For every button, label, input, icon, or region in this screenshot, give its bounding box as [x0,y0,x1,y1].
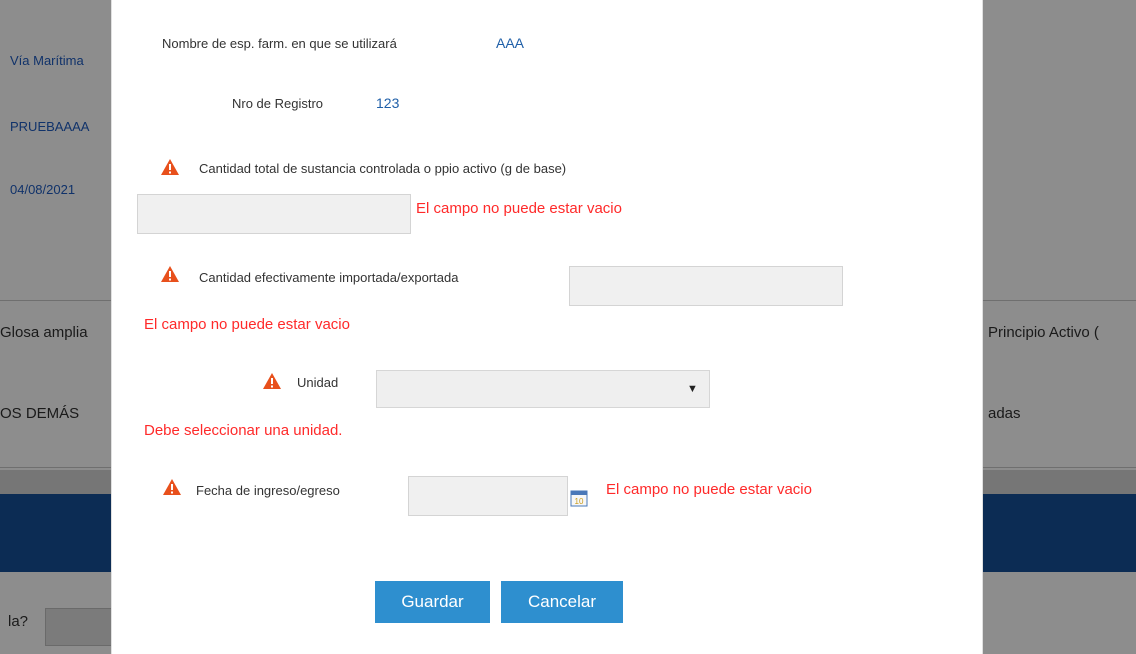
bg-cell-right: adas [988,405,1021,422]
cantidad-total-label: Cantidad total de sustancia controlada o… [199,161,567,176]
guardar-button[interactable]: Guardar [375,581,490,623]
registro-label: Nro de Registro [232,96,324,111]
unidad-error: Debe seleccionar una unidad. [144,422,343,439]
cantidad-total-input[interactable] [137,194,411,234]
fecha-label: Fecha de ingreso/egreso [196,483,340,498]
calendar-day: 10 [575,497,584,506]
cancelar-button[interactable]: Cancelar [501,581,623,623]
unidad-select[interactable]: ▼ [376,370,710,408]
modal-dialog: Nombre de esp. farm. en que se utilizará… [111,0,983,654]
warning-icon [263,373,281,389]
cantidad-efectiva-label: Cantidad efectivamente importada/exporta… [199,270,459,285]
cantidad-efectiva-input[interactable] [569,266,843,306]
cantidad-total-error: El campo no puede estar vacio [416,200,622,217]
bg-question-label: la? [8,613,29,630]
unidad-label: Unidad [297,375,339,390]
fecha-input[interactable] [408,476,568,516]
cantidad-efectiva-error: El campo no puede estar vacio [144,316,350,333]
bg-column-header-left: Glosa amplia [0,324,88,341]
bg-column-header-right: Principio Activo ( [988,324,1099,341]
chevron-down-icon[interactable]: ▼ [676,371,709,407]
registro-value: 123 [376,95,400,111]
nombre-value: AAA [496,35,525,51]
calendar-icon[interactable]: 10 [570,489,588,507]
bg-cell-left: OS DEMÁS [0,405,80,422]
warning-icon [161,159,179,175]
bg-name-value: PRUEBAAAA [10,119,90,134]
bg-date-value: 04/08/2021 [10,182,76,197]
nombre-label: Nombre de esp. farm. en que se utilizará [162,36,397,51]
bg-via-value: Vía Marítima [10,53,84,68]
warning-icon [161,266,179,282]
warning-icon [163,479,181,495]
fecha-error: El campo no puede estar vacio [606,481,812,498]
